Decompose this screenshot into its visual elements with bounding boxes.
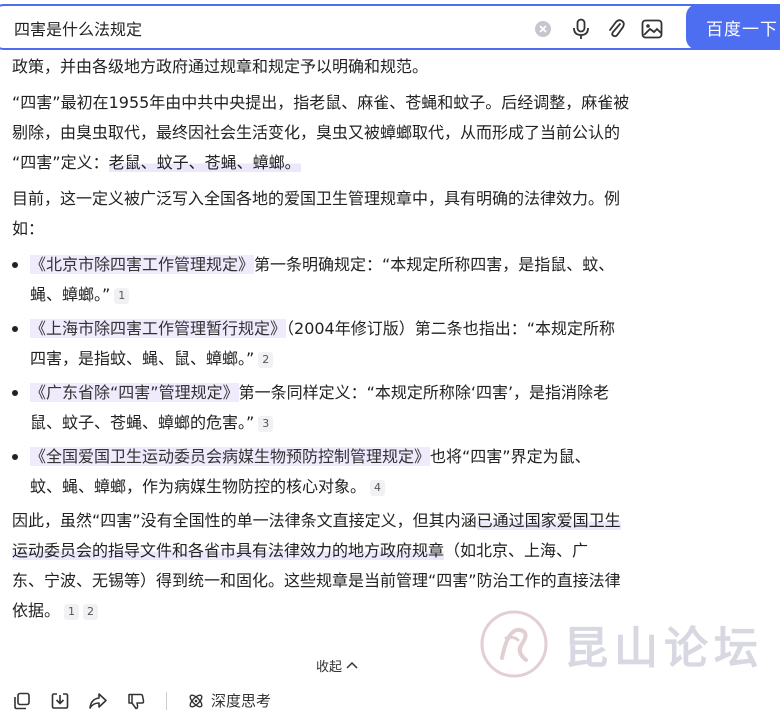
list-item-text: 也将“四害”界定为鼠、 [430, 447, 591, 466]
answer-paragraph: 目前，这一定义被广泛写入全国各地的爱国卫生管理规章中，具有明确的法律效力。例 如… [12, 184, 672, 244]
search-button[interactable]: 百度一下 [686, 4, 780, 50]
deep-think-button[interactable]: 深度思考 [187, 690, 271, 711]
chevron-up-icon [346, 658, 358, 673]
answer-text-line: “四害”定义：老鼠、蚊子、苍蝇、蟑螂。 [12, 148, 672, 178]
list-item-text: 四害，是指蚊、蝇、鼠、蟑螂。” [30, 349, 255, 368]
highlighted-text: 已通过国家爱国卫生 [476, 511, 621, 530]
thumbs-down-icon[interactable] [126, 691, 146, 711]
answer-paragraph: “四害”最初在1955年由中共中央提出，指老鼠、麻雀、苍蝇和蚊子。后经调整，麻雀… [12, 88, 672, 178]
citation-badge[interactable]: 1 [64, 604, 80, 620]
forum-watermark: 昆山论坛 [478, 608, 764, 680]
collapse-label: 收起 [316, 660, 343, 675]
list-item-text: （2004年修订版）第二条也指出：“本规定所称 [286, 319, 616, 338]
answer-action-bar: 深度思考 [12, 690, 271, 711]
answer-text: “四害”定义： [12, 153, 109, 172]
answer-text: 依据。 [12, 601, 61, 620]
watermark-text: 昆山论坛 [564, 623, 764, 674]
list-item: 《上海市除四害工作管理暂行规定》（2004年修订版）第二条也指出：“本规定所称 … [12, 314, 672, 374]
share-icon[interactable] [88, 691, 108, 711]
answer-text-line: “四害”最初在1955年由中共中央提出，指老鼠、麻雀、苍蝇和蚊子。后经调整，麻雀… [12, 93, 630, 112]
answer-text: 因此，虽然“四害”没有全国性的单一法律条文直接定义，但其内涵 [12, 511, 477, 530]
list-item: 《广东省除“四害”管理规定》第一条同样定义：“本规定所称除‘四害’，是指消除老 … [12, 378, 672, 438]
regulation-link[interactable]: 《北京市除四害工作管理规定》 [30, 255, 255, 274]
highlighted-definition: 老鼠、蚊子、苍蝇、蟑螂。 [108, 153, 301, 172]
regulation-link[interactable]: 《广东省除“四害”管理规定》 [30, 383, 239, 402]
regulation-link[interactable]: 《上海市除四害工作管理暂行规定》 [30, 319, 287, 338]
answer-text-line: 政策，并由各级地方政府通过规章和规定予以明确和规范。 [12, 57, 429, 76]
answer-content: 政策，并由各级地方政府通过规章和规定予以明确和规范。 “四害”最初在1955年由… [12, 52, 672, 632]
citation-badge[interactable]: 3 [258, 416, 274, 432]
list-item-text: 蚊、蝇、蟑螂，作为病媒生物防控的核心对象。 [30, 477, 367, 496]
answer-text-line: 如： [12, 219, 45, 238]
citation-badge[interactable]: 4 [370, 480, 386, 496]
atom-icon [189, 694, 203, 707]
citation-badge[interactable]: 2 [258, 352, 274, 368]
list-item-text: 鼠、蚊子、苍蝇、蟑螂的危害。” [30, 413, 255, 432]
answer-text: （如北京、上海、广 [444, 541, 589, 560]
list-item-text: 第一条同样定义：“本规定所称除‘四害’，是指消除老 [238, 383, 610, 402]
list-item: 《全国爱国卫生运动委员会病媒生物预防控制管理规定》也将“四害”界定为鼠、 蚊、蝇… [12, 442, 672, 502]
regulation-link[interactable]: 《全国爱国卫生运动委员会病媒生物预防控制管理规定》 [30, 447, 431, 466]
copy-icon[interactable] [12, 691, 32, 711]
answer-text-line: 剔除，由臭虫取代，最终因社会生活变化，臭虫又被蟑螂取代，从而形成了当前公认的 [12, 123, 621, 142]
answer-text-line: 东、宁波、无锡等）得到统一和固化。这些规章是当前管理“四害”防治工作的直接法律 [12, 571, 621, 590]
list-item-text: 蝇、蟑螂。” [30, 285, 111, 304]
answer-text-line: 目前，这一定义被广泛写入全国各地的爱国卫生管理规章中，具有明确的法律效力。例 [12, 189, 621, 208]
action-divider [166, 691, 167, 710]
watermark-logo-icon [480, 610, 548, 678]
citation-badge[interactable]: 2 [83, 604, 99, 620]
download-icon[interactable] [50, 691, 70, 711]
citation-badge[interactable]: 1 [114, 288, 130, 304]
list-item-text: 第一条明确规定：“本规定所称四害，是指鼠、蚊、 [254, 255, 615, 274]
list-item: 《北京市除四害工作管理规定》第一条明确规定：“本规定所称四害，是指鼠、蚊、 蝇、… [12, 250, 672, 310]
collapse-toggle[interactable]: 收起 [316, 656, 358, 675]
highlighted-text: 运动委员会的指导文件和各省市具有法律效力的地方政府规章 [12, 541, 445, 560]
regulation-list: 《北京市除四害工作管理规定》第一条明确规定：“本规定所称四害，是指鼠、蚊、 蝇、… [12, 250, 672, 502]
deep-think-label: 深度思考 [211, 692, 272, 710]
